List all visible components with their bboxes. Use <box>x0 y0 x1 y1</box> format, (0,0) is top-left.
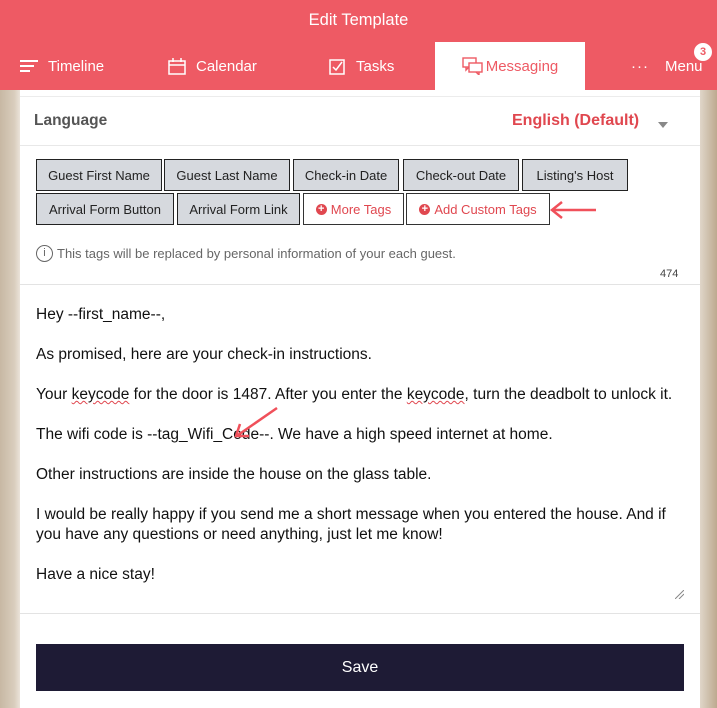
language-label: Language <box>34 112 108 129</box>
info-icon: i <box>36 245 53 262</box>
window-title: Edit Template <box>0 0 717 42</box>
character-count: 474 <box>660 268 679 280</box>
nav-tasks[interactable]: Tasks <box>329 42 394 90</box>
tag-guest-last-name[interactable]: Guest Last Name <box>164 159 290 191</box>
add-custom-tags-label: Add Custom Tags <box>434 201 537 217</box>
nav-tasks-label: Tasks <box>356 57 395 75</box>
language-selector[interactable]: Language English (Default) <box>20 96 700 146</box>
annotation-arrow-icon <box>234 406 278 438</box>
message-line: Your keycode for the door is 1487. After… <box>36 386 673 403</box>
more-tags-button[interactable]: + More Tags <box>303 193 404 225</box>
message-line: Other instructions are inside the house … <box>36 466 432 483</box>
template-editor-panel: Language English (Default) Guest First N… <box>20 90 700 708</box>
message-line: Hey --first_name--, <box>36 306 166 323</box>
message-textarea[interactable]: Hey --first_name--, As promised, here ar… <box>20 284 700 614</box>
tags-info-text: This tags will be replaced by personal i… <box>57 246 456 261</box>
tasks-icon <box>329 58 345 75</box>
plus-circle-icon: + <box>419 203 431 215</box>
plus-circle-icon: + <box>315 203 327 215</box>
nav-messaging[interactable]: Messaging <box>435 42 585 90</box>
navigation-bar: Timeline Calendar Tasks Messaging ··· Me… <box>0 42 717 90</box>
tag-guest-first-name[interactable]: Guest First Name <box>36 159 162 191</box>
nav-calendar[interactable]: Calendar <box>168 42 257 90</box>
nav-timeline[interactable]: Timeline <box>20 42 104 90</box>
nav-menu[interactable]: ··· Menu <box>631 42 703 90</box>
nav-timeline-label: Timeline <box>48 57 105 75</box>
tag-listings-host[interactable]: Listing's Host <box>522 159 628 191</box>
calendar-icon <box>168 57 186 75</box>
messaging-icon <box>462 57 483 75</box>
message-line: The wifi code is --tag_Wifi_Code--. We h… <box>36 426 553 443</box>
tag-arrival-form-button[interactable]: Arrival Form Button <box>36 193 174 225</box>
tag-arrival-form-link[interactable]: Arrival Form Link <box>177 193 300 225</box>
tag-check-out-date[interactable]: Check-out Date <box>403 159 519 191</box>
misspelled-word: keycode <box>71 386 130 403</box>
message-line: As promised, here are your check-in inst… <box>36 346 372 363</box>
more-dots-icon: ··· <box>631 57 649 75</box>
chevron-down-icon[interactable] <box>658 122 668 128</box>
more-tags-label: More Tags <box>330 201 392 217</box>
misspelled-word: keycode <box>406 386 465 403</box>
add-custom-tags-button[interactable]: + Add Custom Tags <box>406 193 550 225</box>
tags-info-note: i This tags will be replaced by personal… <box>36 245 456 262</box>
timeline-icon <box>20 60 38 72</box>
resize-handle-icon[interactable] <box>675 590 684 599</box>
language-value[interactable]: English (Default) <box>512 112 639 130</box>
nav-messaging-label: Messaging <box>485 57 559 75</box>
annotation-arrow-icon <box>549 201 596 219</box>
message-line: Have a nice stay! <box>36 566 155 583</box>
save-button[interactable]: Save <box>36 644 684 691</box>
message-line: I would be really happy if you send me a… <box>36 506 666 543</box>
menu-notification-badge: 3 <box>693 42 713 62</box>
tag-check-in-date[interactable]: Check-in Date <box>293 159 399 191</box>
nav-calendar-label: Calendar <box>196 57 257 75</box>
